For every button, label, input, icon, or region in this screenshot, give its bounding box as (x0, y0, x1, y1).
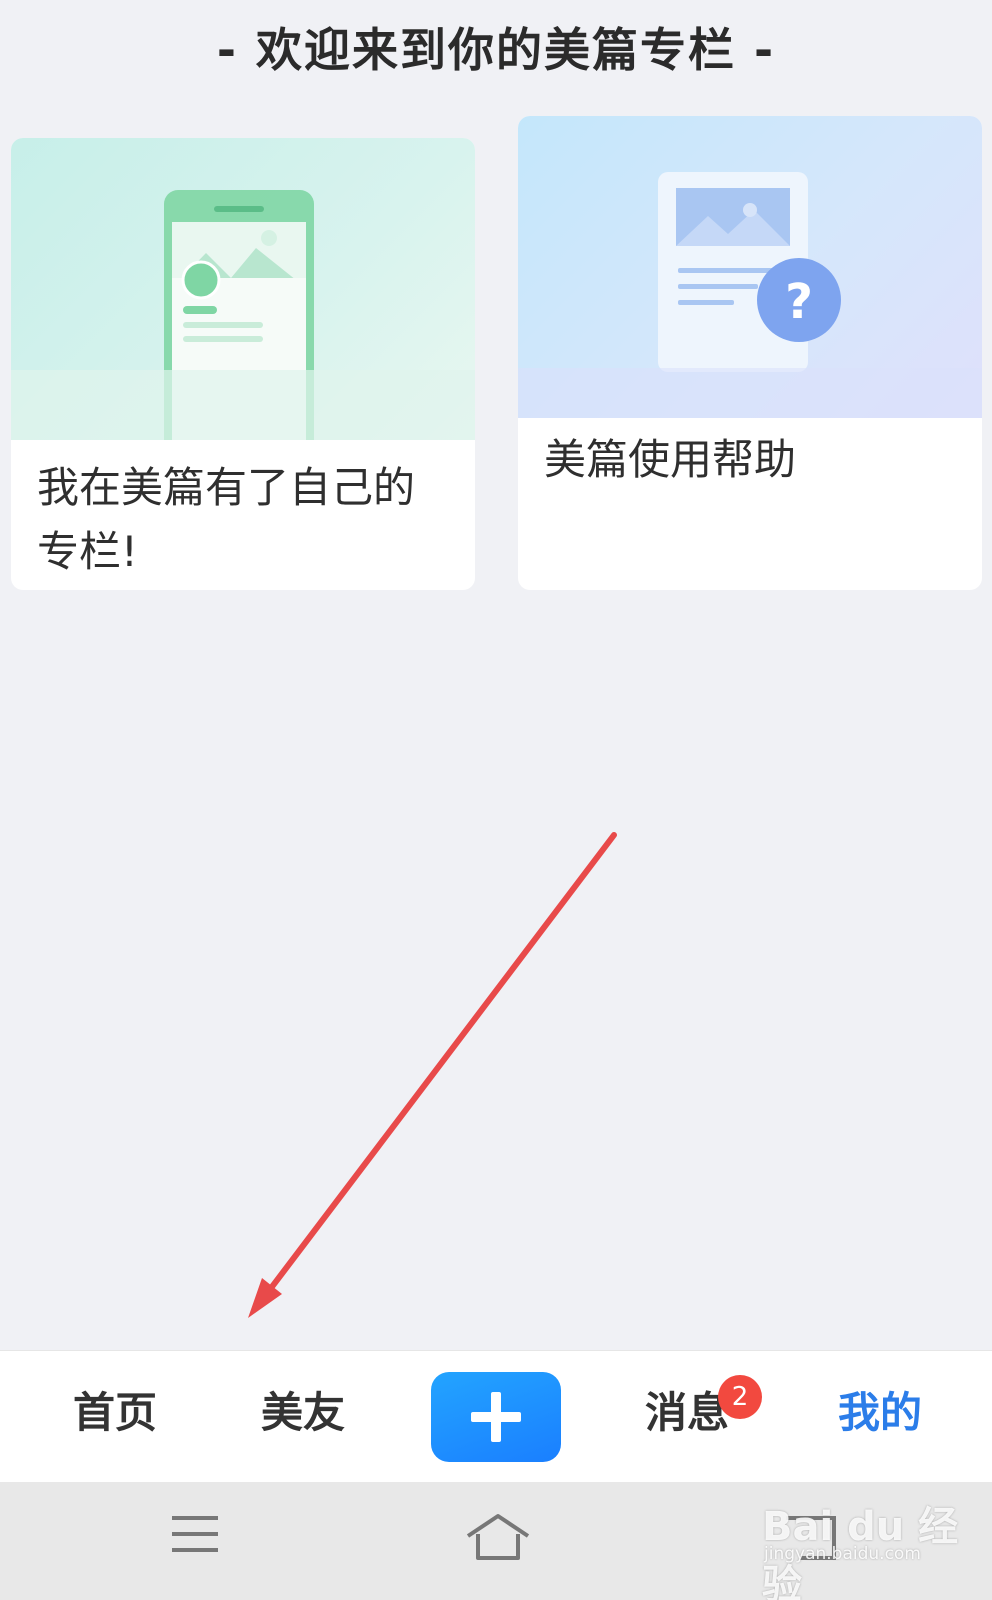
column-card[interactable]: 我在美篇有了自己的专栏! (11, 138, 475, 590)
menu-icon[interactable] (170, 1512, 220, 1560)
message-badge: 2 (718, 1375, 762, 1419)
system-nav-bar (0, 1482, 992, 1600)
svg-text:?: ? (785, 274, 813, 330)
column-illustration (11, 138, 475, 440)
tab-home[interactable]: 首页 (70, 1383, 160, 1443)
page-title: - 欢迎来到你的美篇专栏 - (216, 23, 776, 77)
add-button[interactable] (431, 1372, 561, 1462)
tab-mine[interactable]: 我的 (830, 1383, 930, 1443)
back-icon[interactable] (780, 1512, 840, 1566)
help-illustration: ? (518, 116, 982, 418)
tab-friends[interactable]: 美友 (258, 1383, 348, 1443)
home-icon[interactable] (464, 1512, 532, 1566)
card-title: 美篇使用帮助 (544, 435, 797, 484)
bottom-tabbar: 首页 美友 消息 2 我的 (0, 1350, 992, 1482)
plus-icon (471, 1392, 521, 1442)
help-card[interactable]: ? 美篇使用帮助 (518, 116, 982, 590)
card-title: 我在美篇有了自己的专栏! (37, 463, 416, 576)
